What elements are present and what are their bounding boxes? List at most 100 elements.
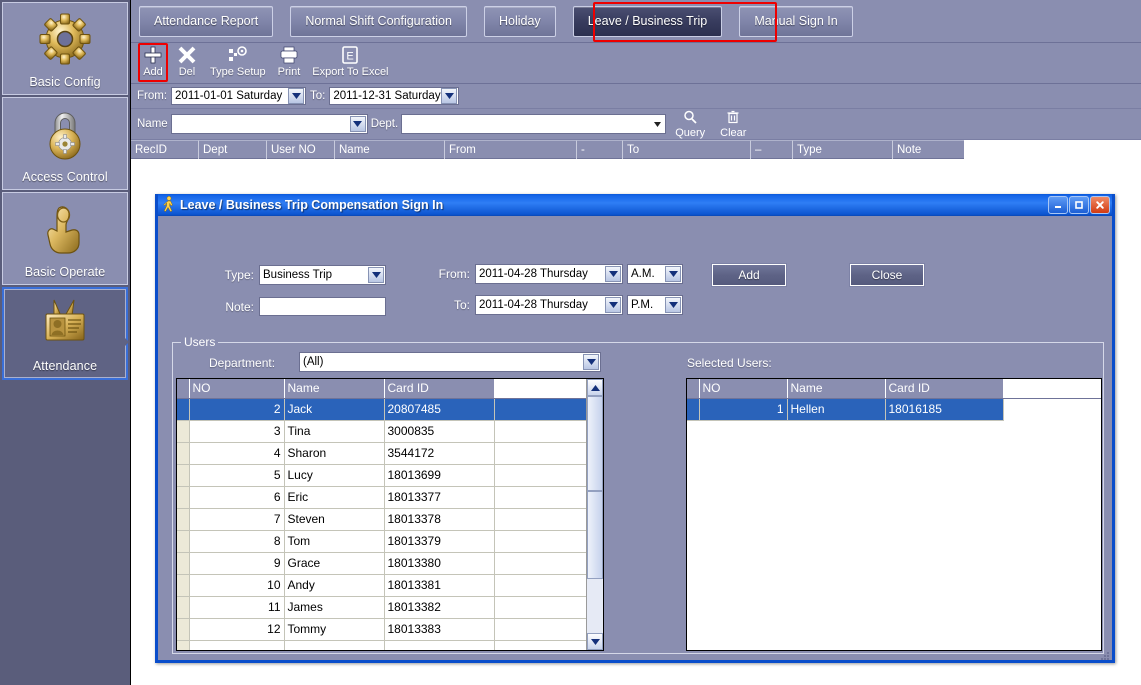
resize-grip[interactable] — [1098, 649, 1110, 661]
chevron-down-icon[interactable] — [650, 116, 664, 132]
records-column-dept[interactable]: Dept — [199, 140, 267, 159]
available-column-filler — [494, 379, 588, 399]
tab-normal-shift-configuration[interactable]: Normal Shift Configuration — [290, 6, 467, 37]
minimize-icon[interactable] — [1048, 196, 1068, 214]
tab-bar: Attendance Report Normal Shift Configura… — [131, 0, 1141, 43]
records-column-recid[interactable]: RecID — [131, 140, 199, 159]
table-row[interactable]: 5 Lucy 18013699 — [177, 464, 588, 487]
chevron-down-icon[interactable] — [583, 354, 599, 370]
note-label: Note: — [225, 299, 254, 314]
chevron-down-icon[interactable] — [288, 88, 305, 104]
toolbar-del-button[interactable]: Del — [172, 43, 202, 83]
selected-column-no[interactable]: NO — [699, 379, 788, 399]
records-column-dash1[interactable]: - — [577, 140, 623, 159]
tab-holiday[interactable]: Holiday — [483, 6, 556, 37]
from-date-dropdown[interactable]: 2011-01-01 Saturday — [171, 87, 307, 105]
sidebar-item-label: Attendance — [32, 359, 98, 373]
chevron-down-icon[interactable] — [349, 116, 366, 132]
available-column-card-id[interactable]: Card ID — [384, 379, 495, 399]
close-icon[interactable] — [1090, 196, 1110, 214]
tab-attendance-report[interactable]: Attendance Report — [139, 6, 274, 37]
table-row[interactable]: 1 Hellen 18016185 — [687, 398, 1101, 421]
maximize-icon[interactable] — [1069, 196, 1089, 214]
records-column-name[interactable]: Name — [335, 140, 445, 159]
records-column-to[interactable]: To — [623, 140, 751, 159]
close-button[interactable]: Close — [849, 263, 925, 287]
sidebar-item-basic-config[interactable]: Basic Config — [2, 2, 128, 95]
from-half-day-dropdown[interactable]: A.M. — [627, 264, 683, 284]
hand-pointer-icon — [3, 193, 127, 265]
scroll-thumb-lower[interactable] — [587, 491, 603, 579]
from-date-dropdown-dialog[interactable]: 2011-04-28 Thursday — [475, 264, 623, 284]
row-marker — [177, 574, 190, 597]
table-row[interactable]: 11 James 18013382 — [177, 596, 588, 619]
tab-leave-business-trip[interactable]: Leave / Business Trip — [572, 6, 723, 37]
records-column-from[interactable]: From — [445, 140, 577, 159]
dept-dropdown[interactable] — [401, 114, 667, 134]
records-column-note[interactable]: Note — [893, 140, 964, 159]
table-row[interactable]: 10 Andy 18013381 — [177, 574, 588, 597]
available-users-list[interactable]: NO Name Card ID 2 Jack 20807485 3 Tina 3… — [176, 378, 604, 651]
selected-column-name[interactable]: Name — [787, 379, 886, 399]
table-row[interactable]: 6 Eric 18013377 — [177, 486, 588, 509]
table-row-partial[interactable] — [177, 640, 588, 650]
toolbar-print-button[interactable]: Print — [274, 43, 305, 83]
to-date-dropdown-dialog[interactable]: 2011-04-28 Thursday — [475, 295, 623, 315]
chevron-down-icon[interactable] — [665, 297, 681, 313]
query-button[interactable]: Query — [675, 110, 705, 139]
scroll-down-icon[interactable] — [587, 633, 603, 650]
chevron-down-icon[interactable] — [665, 266, 681, 282]
dialog-to-row: To: 2011-04-28 Thursday P.M. — [435, 295, 683, 315]
available-users-scrollbar[interactable] — [586, 379, 603, 650]
records-column-type[interactable]: Type — [793, 140, 893, 159]
type-dropdown[interactable]: Business Trip — [259, 265, 386, 285]
clear-button[interactable]: Clear — [720, 110, 746, 139]
table-row[interactable]: 7 Steven 18013378 — [177, 508, 588, 531]
toolbar-add-button[interactable]: Add — [138, 43, 168, 83]
available-users-header-row: NO Name Card ID — [177, 379, 588, 399]
table-row[interactable]: 8 Tom 18013379 — [177, 530, 588, 553]
dept-label: Dept. — [370, 118, 399, 130]
selected-column-card-id[interactable]: Card ID — [885, 379, 1004, 399]
chevron-down-icon[interactable] — [368, 267, 384, 283]
to-date-dropdown[interactable]: 2011-12-31 Saturday — [329, 87, 460, 105]
records-column-dash2[interactable]: – — [751, 140, 793, 159]
note-input[interactable] — [259, 297, 386, 316]
available-column-name[interactable]: Name — [284, 379, 385, 399]
row-no: 9 — [189, 552, 285, 575]
padlock-icon — [3, 98, 127, 170]
to-label: To: — [310, 90, 326, 102]
to-half-day-dropdown[interactable]: P.M. — [627, 295, 683, 315]
table-row[interactable]: 4 Sharon 3544172 — [177, 442, 588, 465]
name-label: Name — [137, 118, 168, 130]
chevron-down-icon[interactable] — [441, 88, 458, 104]
sidebar-item-access-control[interactable]: Access Control — [2, 97, 128, 190]
note-row: Note: — [214, 297, 386, 316]
sidebar-item-attendance[interactable]: Attendance — [2, 287, 129, 380]
available-column-no[interactable]: NO — [189, 379, 285, 399]
row-no: 7 — [189, 508, 285, 531]
scroll-thumb[interactable] — [587, 396, 603, 491]
scroll-up-icon[interactable] — [587, 379, 603, 396]
dialog-title-bar[interactable]: Leave / Business Trip Compensation Sign … — [158, 194, 1112, 216]
table-row[interactable]: 3 Tina 3000835 — [177, 420, 588, 443]
chevron-down-icon[interactable] — [605, 266, 621, 282]
sidebar-item-basic-operate[interactable]: Basic Operate — [2, 192, 128, 285]
table-row[interactable]: 12 Tommy 18013383 — [177, 618, 588, 641]
department-dropdown[interactable]: (All) — [299, 352, 601, 372]
row-filler — [494, 420, 588, 443]
toolbar-export-excel-button[interactable]: E Export To Excel — [308, 43, 392, 83]
row-name — [284, 640, 385, 650]
add-button[interactable]: Add — [711, 263, 787, 287]
toolbar-type-setup-button[interactable]: Type Setup — [206, 43, 270, 83]
row-no: 6 — [189, 486, 285, 509]
tab-manual-sign-in[interactable]: Manual Sign In — [739, 6, 853, 37]
row-name: Hellen — [787, 398, 886, 421]
chevron-down-icon[interactable] — [605, 297, 621, 313]
records-column-user-no[interactable]: User NO — [267, 140, 335, 159]
table-row[interactable]: 9 Grace 18013380 — [177, 552, 588, 575]
name-dropdown[interactable] — [170, 114, 368, 134]
name-dept-filter-bar: Name Dept. Query Clear — [131, 109, 1141, 140]
selected-users-list[interactable]: NO Name Card ID 1 Hellen 18016185 — [686, 378, 1102, 651]
table-row[interactable]: 2 Jack 20807485 — [177, 398, 588, 421]
